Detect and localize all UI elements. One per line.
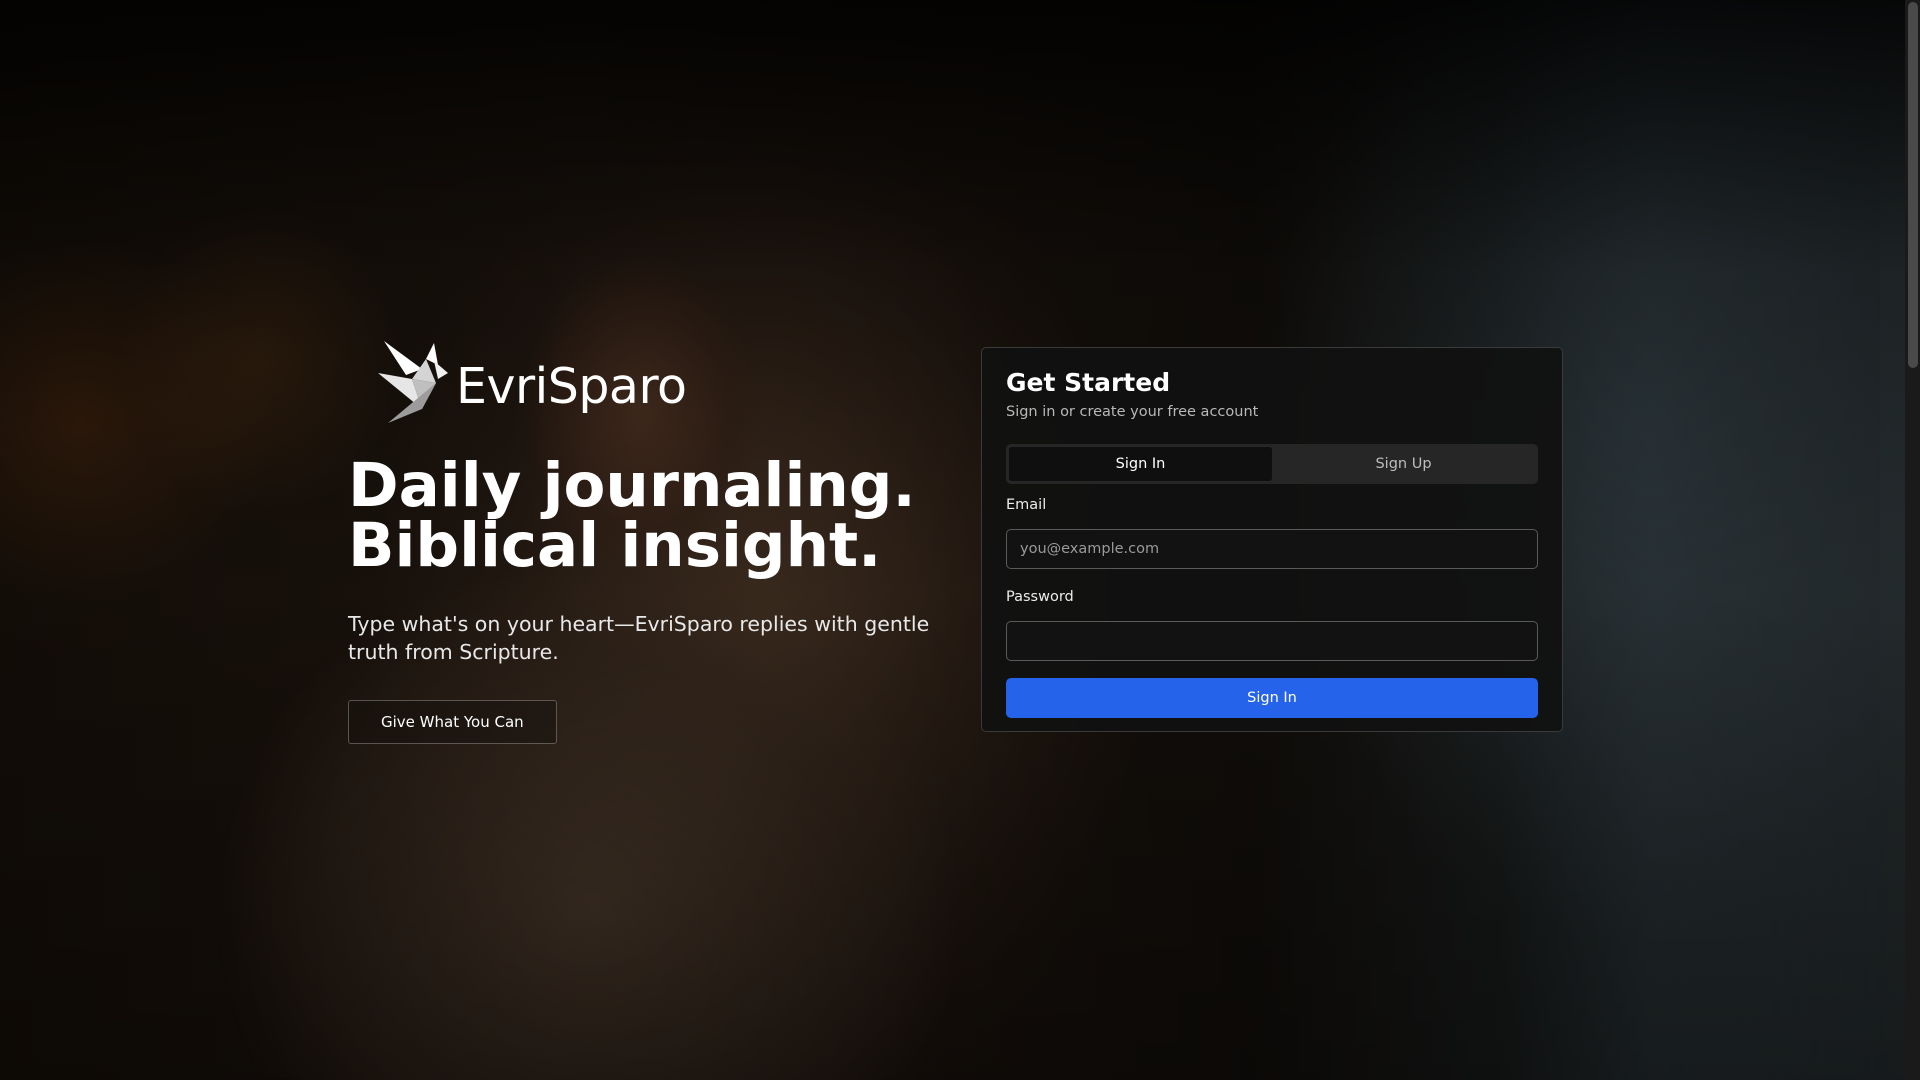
password-label: Password [1006,589,1074,605]
landing-page: EvriSparo Daily journaling. Biblical ins… [0,0,1920,1080]
bird-origami-icon [378,341,448,423]
email-field[interactable] [1006,529,1538,569]
card-title: Get Started [1006,368,1171,397]
hero-section: EvriSparo Daily journaling. Biblical ins… [348,330,948,744]
scrollbar[interactable] [1905,0,1920,1080]
password-field[interactable] [1006,621,1538,661]
headline-line-1: Daily journaling. [348,450,916,521]
card-subtitle: Sign in or create your free account [1006,404,1259,420]
brand-logo[interactable]: EvriSparo [378,334,948,430]
hero-headline: Daily journaling. Biblical insight. [348,450,948,581]
background-overlay [0,0,1920,1080]
hero-subtext: Type what's on your heart—EvriSparo repl… [348,612,930,664]
give-button[interactable]: Give What You Can [348,700,557,744]
brand-name: EvriSparo [456,357,687,415]
tab-sign-up[interactable]: Sign Up [1272,447,1535,481]
email-label: Email [1006,497,1047,513]
auth-card: Get Started Sign in or create your free … [981,347,1563,732]
auth-tabs: Sign In Sign Up [1006,444,1538,484]
sign-in-button[interactable]: Sign In [1006,678,1538,718]
scrollbar-thumb[interactable] [1908,2,1918,368]
tab-sign-in[interactable]: Sign In [1009,447,1272,481]
headline-line-2: Biblical insight. [348,510,882,581]
